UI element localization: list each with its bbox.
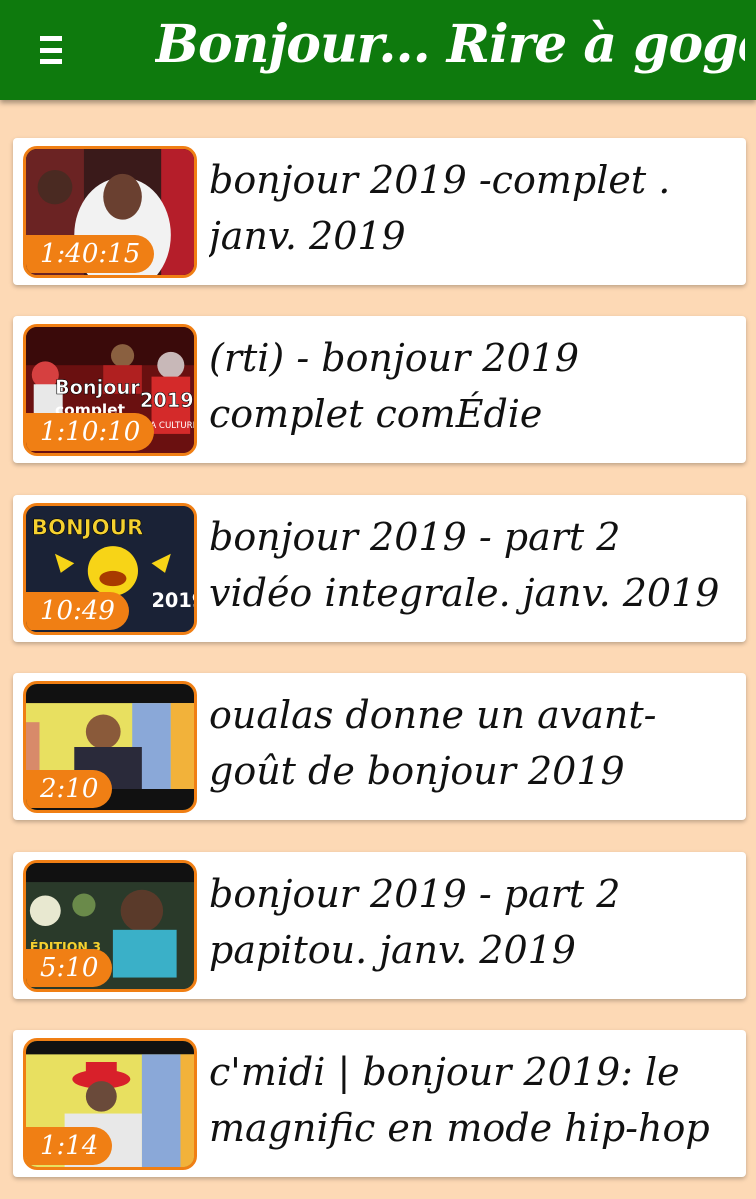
hamburger-menu-icon[interactable]	[40, 36, 64, 64]
video-card[interactable]: ÉDITION 3 5:10 bonjour 2019 - part 2 pap…	[13, 852, 746, 999]
video-title[interactable]: bonjour 2019 - part 2 papitou. janv. 201…	[209, 866, 733, 985]
video-card[interactable]: Bonjour 2019 complet DE LA CULTURE 1:10:…	[13, 316, 746, 463]
video-card[interactable]: 2:10 oualas donne un avant-goût de bonjo…	[13, 673, 746, 820]
video-duration: 2:10	[26, 770, 113, 808]
video-thumbnail[interactable]: 1:40:15	[23, 146, 197, 278]
thumb-text: BONJOUR	[32, 515, 144, 540]
video-title[interactable]: bonjour 2019 - part 2 vidéo integrale. j…	[209, 509, 733, 628]
thumb-text: 2019	[140, 389, 194, 412]
video-thumbnail[interactable]: Bonjour 2019 complet DE LA CULTURE 1:10:…	[23, 324, 197, 456]
thumb-text: 2019	[152, 589, 194, 612]
video-duration: 1:14	[26, 1127, 113, 1165]
video-thumbnail[interactable]: 2:10	[23, 681, 197, 813]
app-title: Bonjour... Rire à gogo..	[155, 14, 745, 75]
video-title[interactable]: oualas donne un avant-goût de bonjour 20…	[209, 687, 733, 806]
video-card[interactable]: 1:40:15 bonjour 2019 -complet . janv. 20…	[13, 138, 746, 285]
video-card[interactable]: BONJOUR 2019 10:49 bonjour 2019 - part 2…	[13, 495, 746, 642]
video-duration: 5:10	[26, 949, 113, 987]
video-duration: 10:49	[26, 592, 129, 630]
app-bar: Bonjour... Rire à gogo..	[0, 0, 756, 100]
thumb-text: Bonjour	[55, 376, 140, 399]
video-thumbnail[interactable]: ÉDITION 3 5:10	[23, 860, 197, 992]
video-duration: 1:40:15	[26, 235, 155, 273]
video-title[interactable]: c'midi | bonjour 2019: le magnific en mo…	[209, 1044, 733, 1163]
video-thumbnail[interactable]: BONJOUR 2019 10:49	[23, 503, 197, 635]
video-title[interactable]: bonjour 2019 -complet . janv. 2019	[209, 152, 733, 271]
video-duration: 1:10:10	[26, 413, 155, 451]
video-title[interactable]: (rti) - bonjour 2019 complet comÉdie ivo…	[209, 330, 733, 449]
video-thumbnail[interactable]: 1:14	[23, 1038, 197, 1170]
video-card[interactable]: 1:14 c'midi | bonjour 2019: le magnific …	[13, 1030, 746, 1177]
video-list[interactable]: 1:40:15 bonjour 2019 -complet . janv. 20…	[0, 100, 756, 1199]
